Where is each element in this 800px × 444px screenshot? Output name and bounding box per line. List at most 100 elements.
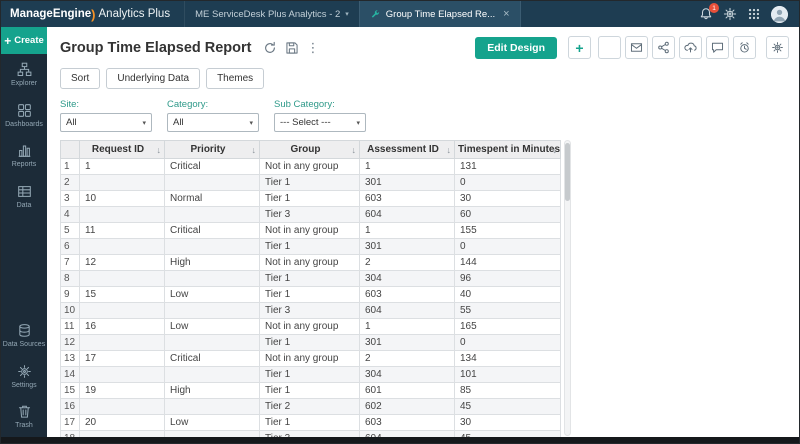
table-row[interactable]: 16 Tier 2 602 45 bbox=[60, 398, 561, 415]
cell-priority bbox=[164, 174, 260, 191]
create-button[interactable]: + Create bbox=[1, 27, 47, 54]
column-header-timespent[interactable]: Timespent in Minutes ↓ bbox=[454, 140, 561, 159]
scrollbar-thumb[interactable] bbox=[565, 143, 570, 201]
sidebar-item-reports[interactable]: Reports bbox=[1, 135, 47, 176]
sidebar: + Create Explorer Dashboards Reports Dat… bbox=[1, 27, 47, 437]
cell-assessment-id: 301 bbox=[359, 174, 455, 191]
sort-icon[interactable]: ↓ bbox=[553, 145, 558, 155]
table-row[interactable]: 14 Tier 1 304 101 bbox=[60, 366, 561, 383]
brand-manageengine: ManageEngine bbox=[10, 8, 92, 20]
main-content: Group Time Elapsed Report ⋮ Edit Design … bbox=[47, 27, 799, 437]
table-row[interactable]: 1 1 Critical Not in any group 1 131 bbox=[60, 158, 561, 175]
kebab-menu-icon[interactable]: ⋮ bbox=[307, 40, 320, 55]
report-table-area: Request ID ↓ Priority ↓ Group ↓ Assessme… bbox=[60, 140, 799, 437]
table-row[interactable]: 3 10 Normal Tier 1 603 30 bbox=[60, 190, 561, 207]
table-row[interactable]: 11 16 Low Not in any group 1 165 bbox=[60, 318, 561, 335]
apps-grid-icon[interactable] bbox=[747, 7, 761, 21]
publish-button[interactable] bbox=[679, 36, 702, 59]
table-row[interactable]: 6 Tier 1 301 0 bbox=[60, 238, 561, 255]
select-value: All bbox=[173, 117, 184, 128]
edit-design-button[interactable]: Edit Design bbox=[475, 36, 557, 59]
themes-button[interactable]: Themes bbox=[206, 68, 265, 89]
underlying-data-button[interactable]: Underlying Data bbox=[106, 68, 201, 89]
table-row[interactable]: 7 12 High Not in any group 2 144 bbox=[60, 254, 561, 271]
column-header-assessment-id[interactable]: Assessment ID ↓ bbox=[359, 140, 455, 159]
column-label: Request ID bbox=[91, 144, 145, 155]
table-row[interactable]: 4 Tier 3 604 60 bbox=[60, 206, 561, 223]
row-number: 2 bbox=[60, 174, 80, 191]
sub-category-select[interactable]: --- Select --- ▾ bbox=[274, 113, 366, 132]
settings-icon[interactable] bbox=[766, 36, 789, 59]
chevron-down-icon: ▾ bbox=[142, 119, 146, 127]
page-title: Group Time Elapsed Report bbox=[60, 39, 252, 56]
cell-assessment-id: 602 bbox=[359, 398, 455, 415]
column-header-priority[interactable]: Priority ↓ bbox=[164, 140, 260, 159]
add-button[interactable]: + bbox=[568, 36, 591, 59]
column-label: Assessment ID bbox=[367, 144, 439, 155]
table-row[interactable]: 9 15 Low Tier 1 603 40 bbox=[60, 286, 561, 303]
sort-icon[interactable]: ↓ bbox=[157, 145, 162, 155]
column-header-request-id[interactable]: Request ID ↓ bbox=[79, 140, 165, 159]
table-row[interactable]: 17 20 Low Tier 1 603 30 bbox=[60, 414, 561, 431]
save-icon[interactable] bbox=[285, 41, 299, 55]
select-value: --- Select --- bbox=[280, 117, 331, 128]
cell-group: Tier 1 bbox=[259, 334, 360, 351]
row-number: 10 bbox=[60, 302, 80, 319]
tab-servicedesk-analytics[interactable]: ME ServiceDesk Plus Analytics - 2 ▾ bbox=[184, 1, 359, 27]
column-label: Timespent in Minutes bbox=[458, 144, 561, 155]
cell-group: Tier 1 bbox=[259, 238, 360, 255]
cell-priority: Critical bbox=[164, 158, 260, 175]
select-value: All bbox=[66, 117, 77, 128]
filter-label: Site: bbox=[60, 99, 80, 110]
notifications-bell-icon[interactable]: 1 bbox=[699, 3, 719, 21]
cell-request-id bbox=[79, 366, 165, 383]
table-row[interactable]: 10 Tier 3 604 55 bbox=[60, 302, 561, 319]
refresh-icon[interactable] bbox=[263, 41, 277, 55]
sort-icon[interactable]: ↓ bbox=[447, 145, 452, 155]
sidebar-item-data-sources[interactable]: Data Sources bbox=[1, 315, 47, 356]
gear-icon[interactable] bbox=[723, 7, 737, 21]
table-row[interactable]: 15 19 High Tier 1 601 85 bbox=[60, 382, 561, 399]
user-avatar[interactable] bbox=[771, 5, 788, 23]
cell-timespent: 101 bbox=[454, 366, 561, 383]
table-scrollbar[interactable] bbox=[564, 140, 571, 436]
table-row[interactable]: 2 Tier 1 301 0 bbox=[60, 174, 561, 191]
sort-button[interactable]: Sort bbox=[60, 68, 101, 89]
table-row[interactable]: 8 Tier 1 304 96 bbox=[60, 270, 561, 287]
cell-assessment-id: 601 bbox=[359, 382, 455, 399]
cell-timespent: 55 bbox=[454, 302, 561, 319]
cell-assessment-id: 2 bbox=[359, 350, 455, 367]
sidebar-item-data[interactable]: Data bbox=[1, 176, 47, 217]
cell-priority: Critical bbox=[164, 350, 260, 367]
table-row[interactable]: 13 17 Critical Not in any group 2 134 bbox=[60, 350, 561, 367]
cell-request-id: 11 bbox=[79, 222, 165, 239]
cell-group: Not in any group bbox=[259, 318, 360, 335]
sort-icon[interactable]: ↓ bbox=[252, 145, 257, 155]
sidebar-item-label: Explorer bbox=[10, 80, 38, 87]
site-select[interactable]: All ▾ bbox=[60, 113, 152, 132]
sort-icon[interactable]: ↓ bbox=[352, 145, 357, 155]
tab-label: ME ServiceDesk Plus Analytics - 2 bbox=[195, 8, 341, 20]
table-row[interactable]: 12 Tier 1 301 0 bbox=[60, 334, 561, 351]
sidebar-item-trash[interactable]: Trash bbox=[1, 396, 47, 437]
tab-group-time-elapsed[interactable]: Group Time Elapsed Re... × bbox=[358, 1, 521, 27]
sidebar-item-settings[interactable]: Settings bbox=[1, 356, 47, 397]
cell-assessment-id: 1 bbox=[359, 318, 455, 335]
sidebar-item-dashboards[interactable]: Dashboards bbox=[1, 95, 47, 136]
cell-priority bbox=[164, 238, 260, 255]
tab-close-icon[interactable]: × bbox=[503, 8, 509, 20]
sidebar-item-explorer[interactable]: Explorer bbox=[1, 54, 47, 95]
cell-request-id: 1 bbox=[79, 158, 165, 175]
plus-icon: + bbox=[575, 39, 584, 56]
email-button[interactable] bbox=[625, 36, 648, 59]
workspace-tabs: ME ServiceDesk Plus Analytics - 2 ▾ Grou… bbox=[184, 1, 521, 27]
schedule-button[interactable] bbox=[733, 36, 756, 59]
comment-button[interactable] bbox=[706, 36, 729, 59]
cell-priority: Critical bbox=[164, 222, 260, 239]
column-header-group[interactable]: Group ↓ bbox=[259, 140, 360, 159]
export-button[interactable] bbox=[598, 36, 621, 59]
table-row[interactable]: 5 11 Critical Not in any group 1 155 bbox=[60, 222, 561, 239]
table-header-row: Request ID ↓ Priority ↓ Group ↓ Assessme… bbox=[60, 140, 561, 159]
category-select[interactable]: All ▾ bbox=[167, 113, 259, 132]
share-button[interactable] bbox=[652, 36, 675, 59]
